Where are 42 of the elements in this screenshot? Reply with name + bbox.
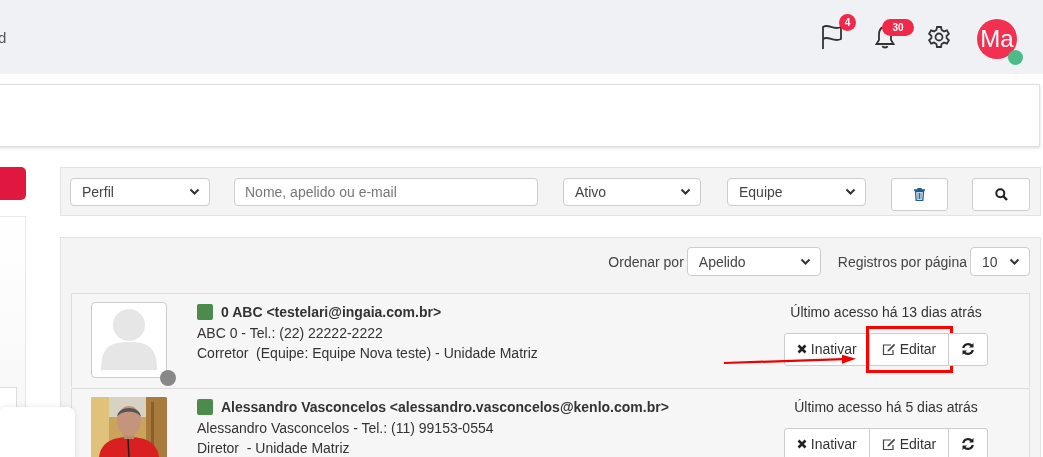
notification-badge: 30 bbox=[882, 19, 914, 36]
user-avatar[interactable]: Ma bbox=[977, 19, 1017, 59]
user-phone: Alessandro Vasconcelos - Tel.: (11) 99153-0554 bbox=[197, 418, 494, 438]
per-page-dropdown[interactable]: 10 bbox=[970, 247, 1030, 276]
chevron-icon bbox=[189, 188, 200, 196]
trash-icon bbox=[914, 188, 925, 201]
edit-icon bbox=[881, 342, 896, 356]
refresh-button[interactable] bbox=[948, 427, 989, 457]
user-phone: ABC 0 - Tel.: (22) 22222-2222 bbox=[197, 323, 383, 343]
user-name-email: Alessandro Vasconcelos <alessandro.vasconcelos@kenlo.com.br> bbox=[221, 398, 669, 417]
edit-button[interactable]: Editar bbox=[868, 332, 950, 366]
search-field[interactable]: Nome, apelido ou e-mail bbox=[234, 178, 538, 206]
chevron-icon bbox=[1009, 257, 1020, 266]
edit-button[interactable]: Editar bbox=[868, 427, 950, 457]
status-dropdown[interactable]: Ativo bbox=[563, 178, 701, 206]
chevron-icon bbox=[799, 257, 811, 266]
sort-label: Ordenar por bbox=[608, 253, 684, 270]
settings-icon[interactable] bbox=[927, 25, 951, 49]
chevron-icon bbox=[845, 188, 856, 196]
refresh-button[interactable] bbox=[948, 332, 989, 366]
close-icon bbox=[796, 439, 807, 449]
edit-icon bbox=[881, 437, 896, 451]
refresh-icon bbox=[961, 437, 976, 451]
per-page-label: Registros por página bbox=[837, 253, 967, 270]
chevron-icon bbox=[680, 188, 691, 196]
notification-badge: 4 bbox=[839, 14, 856, 31]
last-access-text: Último acesso há 5 dias atrás bbox=[794, 398, 978, 417]
flag-icon[interactable] bbox=[821, 24, 843, 50]
deactivate-button[interactable]: Inativar bbox=[783, 427, 870, 457]
close-icon bbox=[796, 344, 807, 354]
user-name-email: 0 ABC <testelari@ingaia.com.br> bbox=[221, 303, 442, 322]
search-button[interactable] bbox=[972, 178, 1030, 211]
last-access-text: Último acesso há 13 dias atrás bbox=[790, 303, 982, 322]
delete-button[interactable] bbox=[891, 178, 948, 211]
search-icon bbox=[994, 188, 1008, 201]
profile-dropdown[interactable]: Perfil bbox=[70, 178, 210, 206]
person-silhouette-icon bbox=[99, 308, 159, 372]
user-role: Diretor - Unidade Matriz bbox=[197, 439, 350, 457]
sort-dropdown[interactable]: Apelido bbox=[686, 247, 821, 276]
user-role: Corretor (Equipe: Equipe Nova teste) - Unidade Matriz bbox=[197, 344, 538, 363]
refresh-icon bbox=[961, 342, 976, 356]
team-dropdown[interactable]: Equipe bbox=[727, 178, 866, 206]
